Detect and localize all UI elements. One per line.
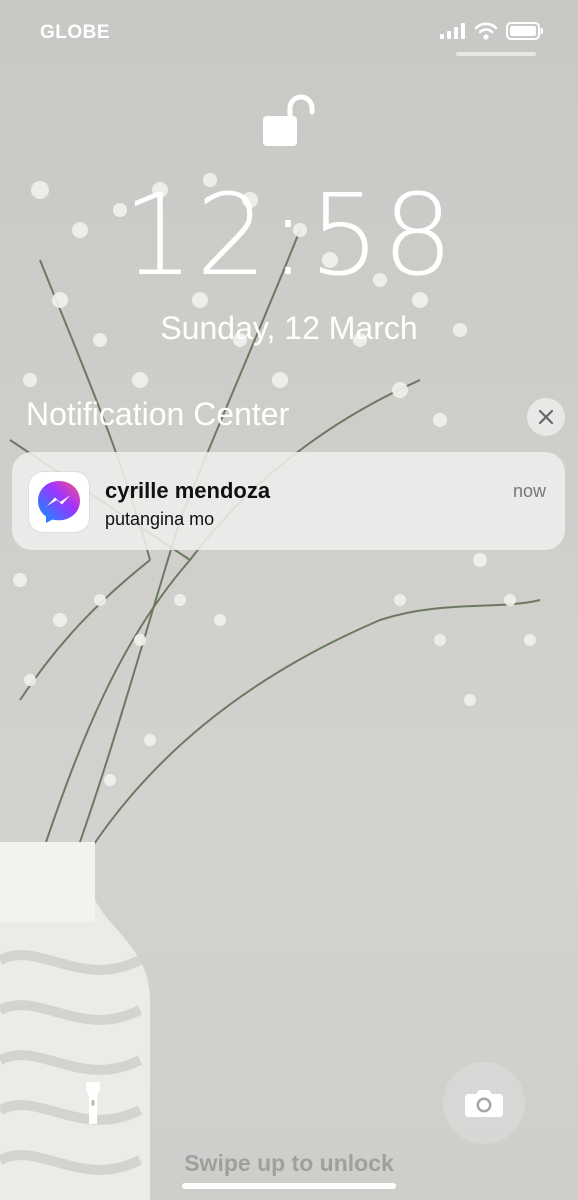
notification-message: putangina mo bbox=[105, 509, 215, 529]
clear-notifications-button[interactable] bbox=[527, 398, 565, 436]
notification-timestamp: now bbox=[512, 481, 546, 501]
control-center-grabber[interactable] bbox=[456, 52, 536, 56]
lock-screen-date: Sunday, 12 March bbox=[160, 310, 418, 346]
flashlight-button[interactable] bbox=[52, 1062, 134, 1144]
battery-icon bbox=[506, 22, 543, 40]
status-bar: GLOBE bbox=[0, 0, 578, 60]
close-icon bbox=[538, 409, 554, 425]
status-icons bbox=[440, 22, 544, 40]
flashlight-icon bbox=[86, 1082, 100, 1124]
camera-icon bbox=[465, 1090, 503, 1117]
wifi-icon bbox=[474, 22, 498, 40]
camera-button[interactable] bbox=[443, 1062, 525, 1144]
home-indicator[interactable] bbox=[182, 1183, 396, 1189]
lock-screen-time: 12:58 bbox=[122, 171, 456, 301]
carrier-name: GLOBE bbox=[40, 22, 111, 43]
messenger-notification[interactable]: cyrille mendoza putangina mo now bbox=[12, 452, 565, 550]
swipe-up-hint: Swipe up to unlock bbox=[184, 1150, 394, 1176]
messenger-icon bbox=[38, 481, 80, 523]
notification-sender: cyrille mendoza bbox=[105, 478, 271, 503]
messenger-app-icon bbox=[29, 472, 89, 532]
notification-center-title: Notification Center bbox=[26, 396, 290, 432]
unlocked-padlock-icon bbox=[263, 94, 315, 146]
cellular-signal-icon bbox=[440, 23, 465, 39]
